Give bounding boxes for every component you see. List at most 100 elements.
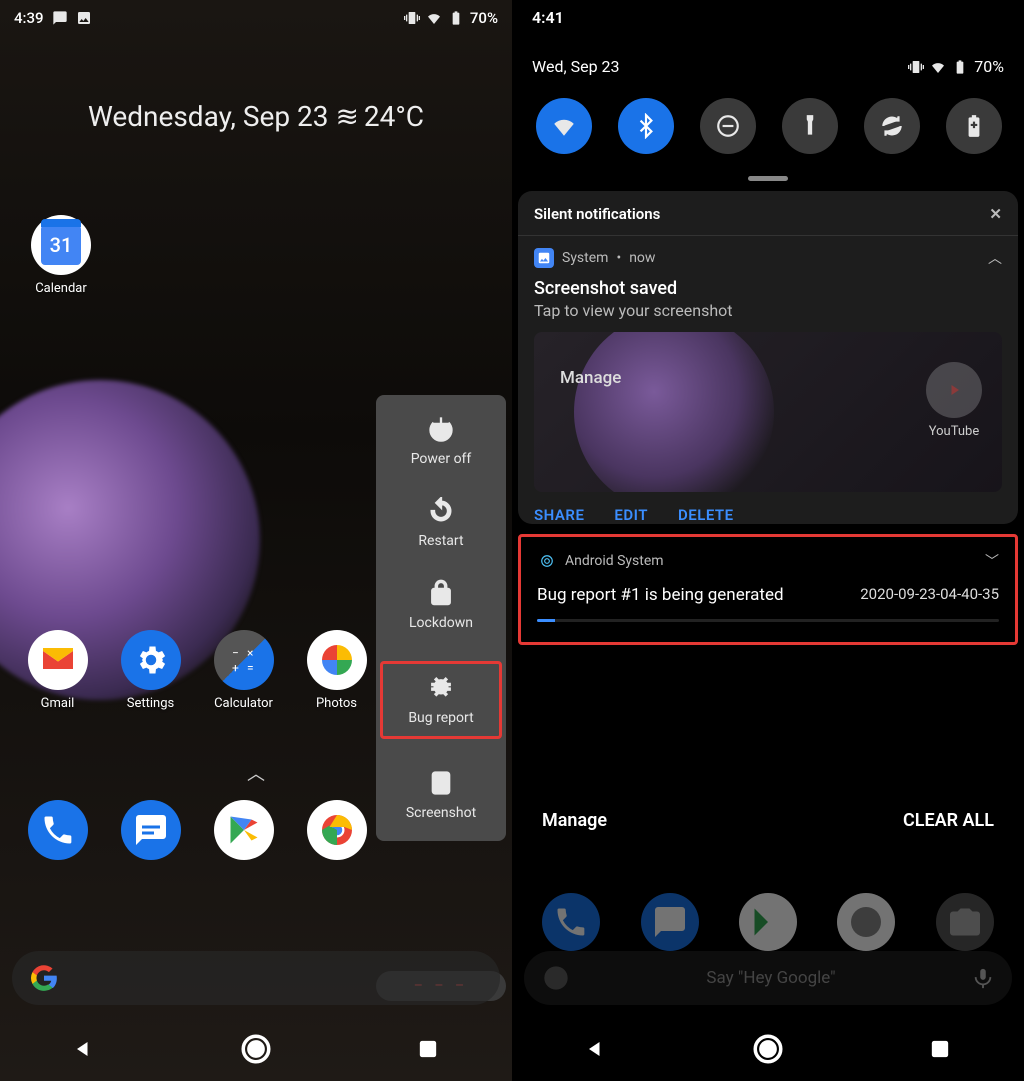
vibrate-icon <box>908 59 924 75</box>
power-off-button[interactable]: Power off <box>376 415 506 467</box>
status-time: 4:39 <box>14 9 44 27</box>
settings-label: Settings <box>113 696 188 711</box>
edit-action[interactable]: EDIT <box>614 506 648 524</box>
shade-battery: 70% <box>974 57 1004 76</box>
bug-notif-app: Android System <box>565 553 664 569</box>
battery-icon <box>952 59 968 75</box>
bug-report-label: Bug report <box>408 710 473 726</box>
shade-time: 4:41 <box>532 8 1004 27</box>
photos-icon <box>307 630 367 690</box>
quick-settings-row <box>532 98 1004 154</box>
qs-dnd[interactable] <box>700 98 756 154</box>
qs-battery-saver[interactable] <box>946 98 1002 154</box>
wifi-icon <box>930 59 946 75</box>
lock-icon <box>427 579 455 607</box>
chevron-down-icon[interactable]: ﹀ <box>985 551 999 571</box>
silent-notifications-card: Silent notifications ✕ System • now ︿ Sc… <box>518 191 1018 524</box>
close-icon[interactable]: ✕ <box>989 205 1002 223</box>
chrome-icon <box>307 800 367 860</box>
calendar-app[interactable]: 31 Calendar <box>30 215 92 296</box>
screenshot-icon <box>427 769 455 797</box>
restart-label: Restart <box>418 533 463 549</box>
notif-time: now <box>629 250 655 266</box>
back-button[interactable] <box>70 1035 98 1067</box>
status-bar: 4:39 70% <box>0 0 512 36</box>
play-icon <box>214 800 274 860</box>
image-icon <box>76 10 92 26</box>
wifi-icon <box>426 10 442 26</box>
chrome-app[interactable] <box>299 800 374 860</box>
phone-icon <box>28 800 88 860</box>
weather-wave-icon: ≋ <box>335 100 356 133</box>
recent-button[interactable] <box>926 1035 954 1067</box>
notif-title: Screenshot saved <box>534 278 1002 299</box>
power-off-label: Power off <box>411 451 472 467</box>
widget-date: Wednesday, Sep 23 <box>88 100 329 133</box>
restart-button[interactable]: Restart <box>376 497 506 549</box>
vibrate-icon <box>404 10 420 26</box>
messages-icon <box>121 800 181 860</box>
play-store-app[interactable] <box>206 800 281 860</box>
photos-label: Photos <box>299 696 374 711</box>
date-weather-widget[interactable]: Wednesday, Sep 23 ≋ 24°C <box>0 100 512 133</box>
shade-header: 4:41 Wed, Sep 23 70% <box>512 0 1024 181</box>
svg-text:×: × <box>247 646 253 660</box>
delete-action[interactable]: DELETE <box>678 506 734 524</box>
messages-app[interactable] <box>113 800 188 860</box>
home-button[interactable] <box>239 1032 273 1070</box>
navigation-bar <box>512 1021 1024 1081</box>
svg-text:−: − <box>232 646 239 660</box>
gmail-label: Gmail <box>20 696 95 711</box>
gmail-app[interactable]: Gmail <box>20 630 95 711</box>
chat-icon <box>52 10 68 26</box>
bug-icon <box>427 674 455 702</box>
screenshot-button[interactable]: Screenshot <box>376 769 506 821</box>
lockdown-button[interactable]: Lockdown <box>376 579 506 631</box>
calendar-icon: 31 <box>31 215 91 275</box>
calculator-label: Calculator <box>206 696 281 711</box>
screenshot-notif-meta[interactable]: System • now ︿ <box>534 248 1002 268</box>
status-battery: 70% <box>470 9 498 27</box>
youtube-icon <box>926 362 982 418</box>
shade-handle[interactable] <box>748 176 788 181</box>
preview-manage: Manage <box>560 368 621 388</box>
bug-progress-bar <box>537 619 999 622</box>
chevron-up-icon[interactable]: ︿ <box>988 248 1002 268</box>
bug-report-notification[interactable]: Android System ﹀ Bug report #1 is being … <box>518 534 1018 645</box>
share-action[interactable]: SHARE <box>534 506 584 524</box>
recent-button[interactable] <box>414 1035 442 1067</box>
google-search-bar[interactable] <box>12 951 500 1005</box>
gmail-icon <box>28 630 88 690</box>
power-menu: Power off Restart Lockdown Bug report Sc… <box>376 395 506 841</box>
system-app-icon <box>534 248 554 268</box>
settings-app[interactable]: Settings <box>113 630 188 711</box>
screenshot-label: Screenshot <box>406 805 476 821</box>
power-icon <box>427 415 455 443</box>
widget-temp: 24°C <box>364 100 424 133</box>
back-button[interactable] <box>582 1035 610 1067</box>
shade-date: Wed, Sep 23 <box>532 57 620 76</box>
home-screen: 4:39 70% Wednesday, Sep 23 ≋ 24°C 31 Cal… <box>0 0 512 1081</box>
silent-header: Silent notifications <box>534 205 660 223</box>
calculator-icon: −×+= <box>214 630 274 690</box>
calendar-label: Calendar <box>30 281 92 296</box>
qs-rotate[interactable] <box>864 98 920 154</box>
qs-flashlight[interactable] <box>782 98 838 154</box>
google-logo-icon <box>30 964 58 992</box>
svg-text:=: = <box>247 661 254 675</box>
screenshot-preview[interactable]: Manage YouTube <box>534 332 1002 492</box>
android-system-icon <box>537 551 557 571</box>
bug-report-button[interactable]: Bug report <box>380 661 502 739</box>
calculator-app[interactable]: −×+= Calculator <box>206 630 281 711</box>
preview-youtube: YouTube <box>926 362 982 439</box>
qs-wifi[interactable] <box>536 98 592 154</box>
photos-app[interactable]: Photos <box>299 630 374 711</box>
settings-icon <box>121 630 181 690</box>
app-drawer-arrow-icon[interactable]: ︿ <box>247 760 265 786</box>
bug-notif-timestamp: 2020-09-23-04-40-35 <box>860 585 999 605</box>
restart-icon <box>427 497 455 525</box>
qs-bluetooth[interactable] <box>618 98 674 154</box>
phone-app[interactable] <box>20 800 95 860</box>
lockdown-label: Lockdown <box>409 615 473 631</box>
home-button[interactable] <box>751 1032 785 1070</box>
